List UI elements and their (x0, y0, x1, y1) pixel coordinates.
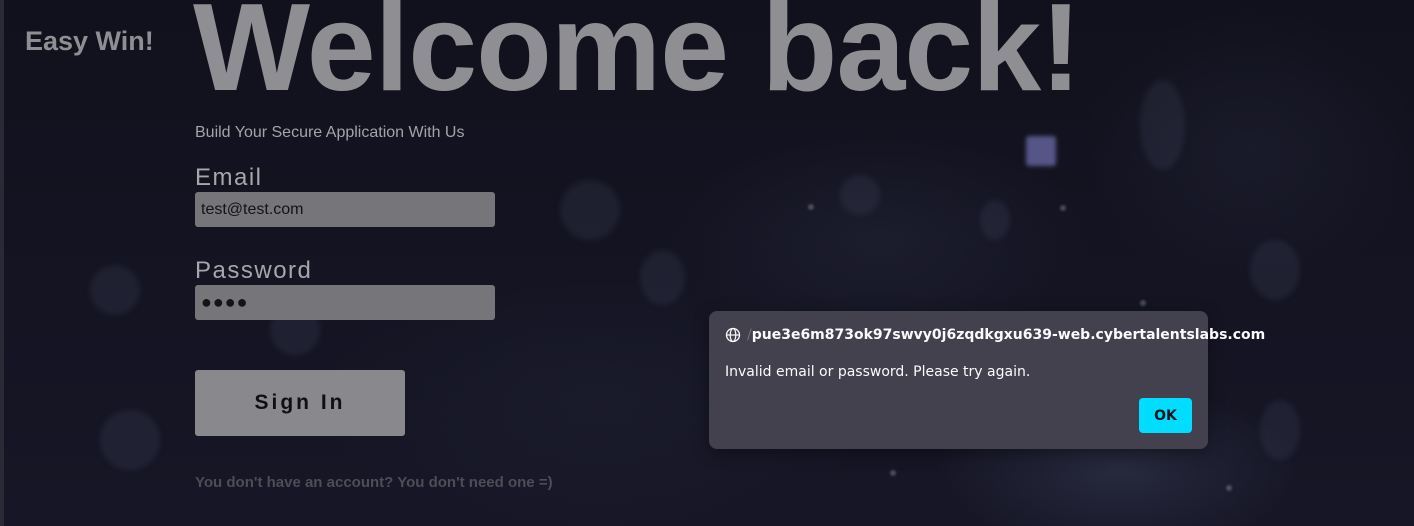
background-bokeh (1140, 80, 1185, 170)
background-bokeh (1250, 240, 1300, 300)
sign-in-button[interactable]: Sign In (195, 370, 405, 436)
background-bokeh (980, 200, 1010, 240)
background-spark (1140, 300, 1146, 306)
password-field[interactable]: ●●●● (195, 285, 495, 320)
password-label: Password (195, 257, 313, 284)
alert-dialog: / pue3e6m873ok97swvy0j6zqdkgxu639-web.cy… (709, 311, 1265, 449)
background-spark (890, 470, 896, 476)
sign-in-button-label: Sign In (254, 391, 346, 414)
email-field-value: test@test.com (201, 200, 304, 218)
dialog-message: Invalid email or password. Please try ag… (725, 364, 1031, 380)
page-title: Welcome back! (193, 0, 1082, 117)
ok-button-label: OK (1154, 407, 1177, 424)
globe-icon (725, 327, 741, 343)
background-bokeh (1260, 400, 1300, 460)
background-bokeh (840, 175, 880, 215)
dialog-origin-host: pue3e6m873ok97swvy0j6zqdkgxu639-web.cybe… (751, 327, 1266, 343)
background-spark (808, 204, 814, 210)
page-subtitle: Build Your Secure Application With Us (195, 124, 465, 141)
background-bokeh (90, 265, 140, 315)
password-field-value: ●●●● (201, 292, 249, 312)
background-spark (1060, 205, 1066, 211)
login-page: Easy Win! Welcome back! Build Your Secur… (0, 0, 1414, 526)
dialog-origin: / pue3e6m873ok97swvy0j6zqdkgxu639-web.cy… (725, 327, 1265, 343)
background-bokeh (640, 250, 685, 305)
window-edge (0, 0, 4, 526)
no-account-note: You don't have an account? You don't nee… (195, 474, 553, 491)
brand-logo[interactable]: Easy Win! (25, 26, 154, 57)
background-glow (1026, 136, 1056, 166)
background-spark (1226, 485, 1232, 491)
background-bokeh (100, 410, 160, 470)
email-label: Email (195, 164, 263, 191)
background-bokeh (560, 180, 620, 240)
ok-button[interactable]: OK (1139, 398, 1192, 433)
email-field[interactable]: test@test.com (195, 192, 495, 227)
